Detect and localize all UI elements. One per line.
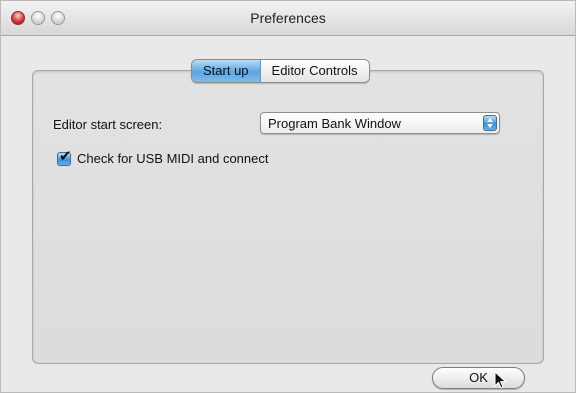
title-bar[interactable]: Preferences [1, 1, 575, 36]
preferences-window: Preferences Start up Editor Controls Edi… [0, 0, 576, 393]
usb-midi-label: Check for USB MIDI and connect [77, 151, 269, 166]
ok-button[interactable]: OK [432, 367, 525, 389]
popup-arrow-icon[interactable] [483, 115, 497, 131]
tab-editor-controls[interactable]: Editor Controls [260, 60, 369, 82]
checkmark-icon: ✔ [59, 147, 72, 165]
usb-midi-checkbox[interactable]: ✔ [57, 147, 72, 166]
window-title: Preferences [250, 10, 326, 26]
start-screen-label: Editor start screen: [53, 117, 163, 132]
tab-bar: Start up Editor Controls [191, 59, 370, 83]
mouse-pointer-icon [494, 370, 507, 389]
tab-start-up[interactable]: Start up [192, 60, 261, 82]
usb-midi-option[interactable]: ✔ Check for USB MIDI and connect [57, 147, 269, 166]
start-screen-value: Program Bank Window [268, 116, 401, 131]
start-screen-select[interactable]: Program Bank Window [260, 112, 500, 134]
